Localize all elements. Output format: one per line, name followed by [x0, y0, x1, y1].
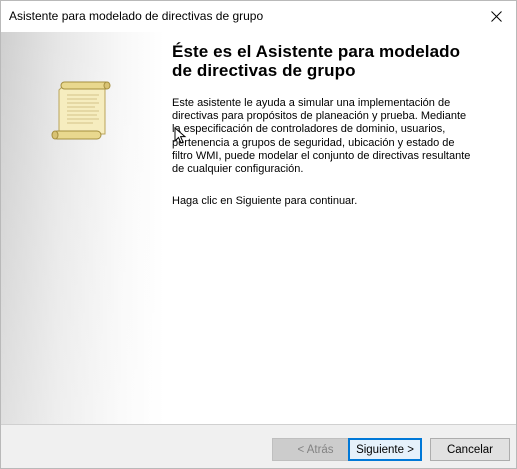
page-title-line1: Éste es el Asistente para modelado: [172, 42, 461, 61]
description-line: filtro WMI, puede modelar el conjunto de…: [172, 149, 471, 162]
description-line: Este asistente le ayuda a simular una im…: [172, 97, 451, 109]
cancel-button[interactable]: Cancelar: [430, 438, 510, 461]
scroll-icon: [51, 81, 111, 140]
description-line: directivas para propósitos de planeación…: [172, 110, 467, 123]
back-button[interactable]: < Atrás: [272, 438, 359, 461]
window-title: Asistente para modelado de directivas de…: [9, 9, 264, 23]
title-bar: Asistente para modelado de directivas de…: [1, 1, 516, 32]
close-icon: [490, 11, 502, 22]
description-line: pertenencia a grupos de seguridad, ubica…: [172, 136, 455, 149]
wizard-body: Éste es el Asistente para modelado de di…: [1, 32, 516, 424]
wizard-banner: [1, 32, 164, 424]
page-title: Éste es el Asistente para modelado de di…: [172, 42, 502, 80]
page-title-line2: de directivas de grupo: [172, 61, 356, 80]
wizard-window: Asistente para modelado de directivas de…: [0, 0, 517, 469]
description-line: la especificación de controladores de do…: [172, 123, 446, 136]
description-line: de cualquier configuración.: [172, 163, 304, 176]
button-bar: < Atrás Siguiente > Cancelar: [1, 425, 516, 468]
wizard-content: Éste es el Asistente para modelado de di…: [172, 42, 502, 208]
description-paragraph: Este asistente le ayuda a simular una im…: [172, 97, 502, 176]
continue-instruction: Haga clic en Siguiente para continuar.: [172, 195, 358, 208]
mouse-pointer-icon: [174, 127, 187, 144]
next-button[interactable]: Siguiente >: [348, 438, 422, 461]
close-button[interactable]: [476, 1, 516, 32]
